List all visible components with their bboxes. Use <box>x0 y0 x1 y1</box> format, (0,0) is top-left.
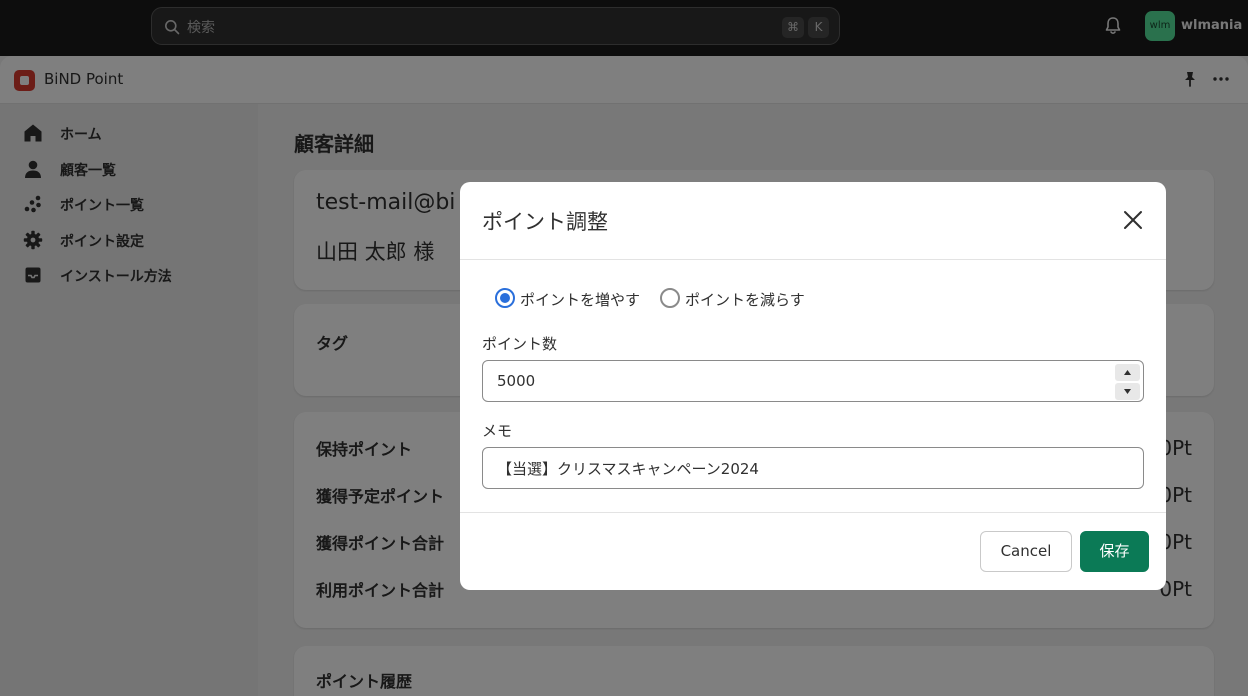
radio-label: ポイントを増やす <box>520 291 641 309</box>
caret-down-icon <box>1124 389 1131 394</box>
memo-input[interactable] <box>482 447 1144 489</box>
modal-footer-divider <box>460 512 1166 513</box>
caret-up-icon <box>1124 370 1131 375</box>
points-input[interactable] <box>482 360 1144 402</box>
points-stepper[interactable] <box>1115 364 1140 400</box>
point-adjust-modal: ポイント調整 ポイントを増やす ポイントを減らす ポイント数 メモ Cancel… <box>460 182 1166 590</box>
radio-increase-points[interactable]: ポイントを増やす <box>495 286 655 310</box>
modal-title: ポイント調整 <box>482 210 608 234</box>
memo-field-label: メモ <box>482 422 513 440</box>
modal-header-divider <box>460 259 1166 260</box>
radio-label: ポイントを減らす <box>685 291 805 309</box>
points-field-label: ポイント数 <box>482 335 558 353</box>
radio-decrease-points[interactable]: ポイントを減らす <box>660 286 820 310</box>
close-icon[interactable] <box>1120 207 1146 233</box>
cancel-button[interactable]: Cancel <box>980 531 1072 572</box>
save-button[interactable]: 保存 <box>1080 531 1149 572</box>
radio-button[interactable] <box>660 288 680 308</box>
stepper-down-button[interactable] <box>1115 383 1140 400</box>
radio-button-selected[interactable] <box>495 288 515 308</box>
stepper-up-button[interactable] <box>1115 364 1140 381</box>
